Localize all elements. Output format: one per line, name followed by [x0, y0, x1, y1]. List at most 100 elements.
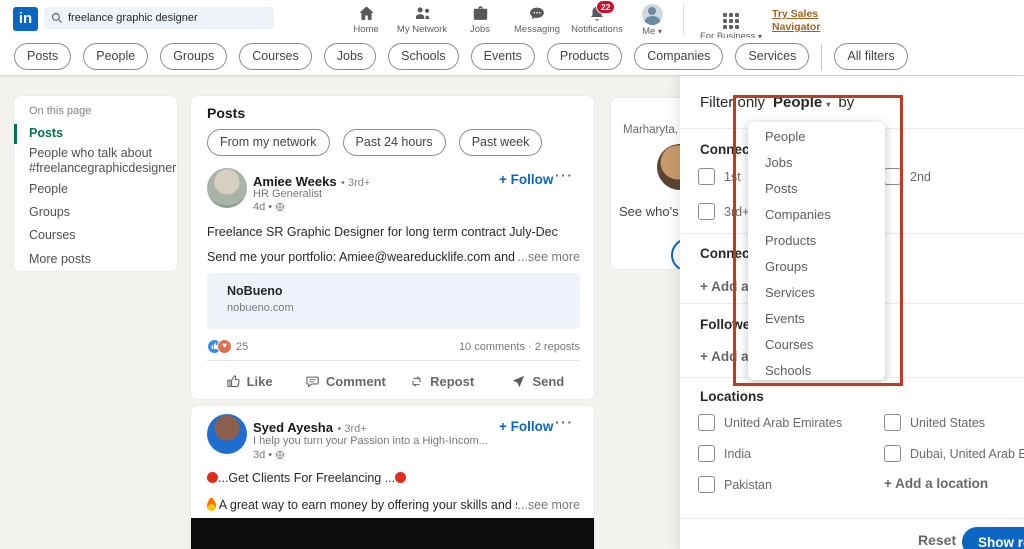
post1-action-bar: Like Comment Repost Send [201, 364, 586, 398]
like-label: Like [247, 374, 273, 389]
messaging-icon [527, 4, 547, 23]
post2-author-headline: I help you turn your Passion into a High… [253, 435, 498, 447]
nav-home[interactable]: Home [337, 4, 395, 35]
sidebar-item-courses[interactable]: Courses [29, 228, 169, 243]
sidebar-item-posts[interactable]: Posts [29, 126, 169, 141]
nav-messaging[interactable]: Messaging [508, 4, 566, 35]
pill-jobs[interactable]: Jobs [324, 43, 376, 70]
search-input[interactable] [44, 7, 274, 29]
pill-companies[interactable]: Companies [634, 43, 723, 70]
dropdown-item-courses[interactable]: Courses [748, 332, 885, 358]
post1-line2-text: Send me your portfolio: Amiee@weareduckl… [207, 250, 517, 264]
checkbox-2nd-label: 2nd [910, 170, 931, 184]
like-icon [226, 374, 241, 389]
nav-for-business[interactable]: For Business ▾ [694, 4, 768, 42]
pill-products[interactable]: Products [547, 43, 622, 70]
on-this-page-card: On this page Posts People who talk about… [13, 95, 178, 272]
sidebar-item-people-talk-about[interactable]: People who talk about #freelancegraphicd… [29, 146, 169, 176]
checkbox-pakistan[interactable] [698, 476, 715, 493]
pill-services[interactable]: Services [735, 43, 809, 70]
dropdown-item-schools[interactable]: Schools [748, 358, 885, 384]
checkbox-1st-label: 1st [724, 170, 741, 184]
post1-reaction-count: 25 [236, 341, 248, 353]
dropdown-item-groups[interactable]: Groups [748, 254, 885, 280]
post1-author-avatar[interactable] [207, 168, 247, 208]
pill-events[interactable]: Events [471, 43, 535, 70]
show-results-button[interactable]: Show results [962, 527, 1024, 549]
post2-author-avatar[interactable] [207, 414, 247, 454]
checkbox-india[interactable] [698, 445, 715, 462]
checkbox-dubai[interactable] [884, 445, 901, 462]
checkbox-uae[interactable] [698, 414, 715, 431]
linkedin-search-page: in Home My Network Jobs [0, 0, 1024, 549]
post2-degree: • 3rd+ [337, 423, 366, 435]
checkbox-2nd[interactable] [884, 168, 901, 185]
nav-jobs-label: Jobs [451, 24, 509, 35]
reset-button[interactable]: Reset [918, 532, 956, 548]
try-sales-navigator-link[interactable]: Try Sales Navigator [772, 8, 820, 34]
pill-divider [821, 44, 822, 70]
dropdown-item-products[interactable]: Products [748, 228, 885, 254]
pill-past-24-hours[interactable]: Past 24 hours [343, 129, 446, 156]
nav-me[interactable]: Me ▾ [629, 4, 675, 37]
linkedin-logo[interactable]: in [13, 7, 38, 31]
dropdown-item-events[interactable]: Events [748, 306, 885, 332]
pill-groups[interactable]: Groups [160, 43, 227, 70]
sidebar-item-groups[interactable]: Groups [29, 205, 169, 220]
top-nav: in Home My Network Jobs [0, 0, 1024, 38]
on-this-page-title: On this page [29, 105, 91, 117]
dropdown-item-posts[interactable]: Posts [748, 176, 885, 202]
post1-follow-button[interactable]: + Follow [499, 172, 553, 187]
active-item-bar [14, 124, 17, 144]
pill-courses[interactable]: Courses [239, 43, 312, 70]
pill-posts[interactable]: Posts [14, 43, 71, 70]
pill-schools[interactable]: Schools [388, 43, 458, 70]
post2-line2-text: A great way to earn money by offering yo… [207, 498, 517, 512]
for-business-grid-icon [723, 13, 739, 29]
dropdown-item-services[interactable]: Services [748, 280, 885, 306]
pill-from-my-network[interactable]: From my network [207, 129, 330, 156]
post2-see-more[interactable]: ...see more [517, 498, 580, 512]
nav-my-network[interactable]: My Network [393, 4, 451, 35]
notifications-badge: 22 [596, 0, 615, 14]
send-button[interactable]: Send [490, 364, 586, 398]
pill-people[interactable]: People [83, 43, 148, 70]
add-location-button[interactable]: + Add a location [884, 476, 988, 491]
post1-reactions[interactable]: ♥ 25 [207, 339, 248, 354]
link-domain: nobueno.com [227, 302, 294, 314]
sidebar-item-more-posts[interactable]: More posts [29, 252, 169, 267]
nav-messaging-label: Messaging [508, 24, 566, 35]
globe-icon [275, 202, 285, 212]
dropdown-item-people[interactable]: People [748, 124, 885, 150]
pill-past-week[interactable]: Past week [459, 129, 543, 156]
repost-icon [409, 374, 424, 389]
post1-link-preview-card[interactable]: NoBueno nobueno.com [207, 273, 580, 329]
checkbox-united-states[interactable] [884, 414, 901, 431]
dropdown-item-jobs[interactable]: Jobs [748, 150, 885, 176]
repost-button[interactable]: Repost [394, 364, 490, 398]
nav-notifications[interactable]: 22 Notifications [565, 4, 629, 35]
post2-overflow-menu[interactable]: ··· [555, 414, 574, 430]
checkbox-3rd[interactable] [698, 203, 715, 220]
comment-button[interactable]: Comment [297, 364, 393, 398]
pill-all-filters[interactable]: All filters [834, 43, 907, 70]
sidebar-item-people[interactable]: People [29, 182, 169, 197]
search-filter-bar: Posts People Groups Courses Jobs Schools… [0, 38, 1024, 76]
post2-follow-button[interactable]: + Follow [499, 419, 553, 434]
post2-image[interactable] [191, 518, 595, 549]
post1-comments-reposts[interactable]: 10 comments · 2 reposts [459, 341, 580, 353]
post1-divider [207, 360, 580, 361]
checkbox-1st[interactable] [698, 168, 715, 185]
post1-see-more[interactable]: ...see more [517, 250, 580, 264]
nav-notifications-label: Notifications [565, 24, 629, 35]
jobs-icon [471, 4, 490, 23]
post2-line1-text: ...Get Clients For Freelancing ... [218, 471, 395, 485]
like-button[interactable]: Like [201, 364, 297, 398]
nav-jobs[interactable]: Jobs [451, 4, 509, 35]
sales-nav-line2: Navigator [772, 21, 820, 33]
sales-nav-line1: Try Sales [772, 8, 818, 20]
filter-type-dropdown-trigger[interactable]: People ▾ [773, 94, 830, 111]
post1-overflow-menu[interactable]: ··· [555, 167, 574, 183]
dropdown-item-companies[interactable]: Companies [748, 202, 885, 228]
post2-card: Syed Ayesha • 3rd+ I help you turn your … [190, 405, 595, 549]
